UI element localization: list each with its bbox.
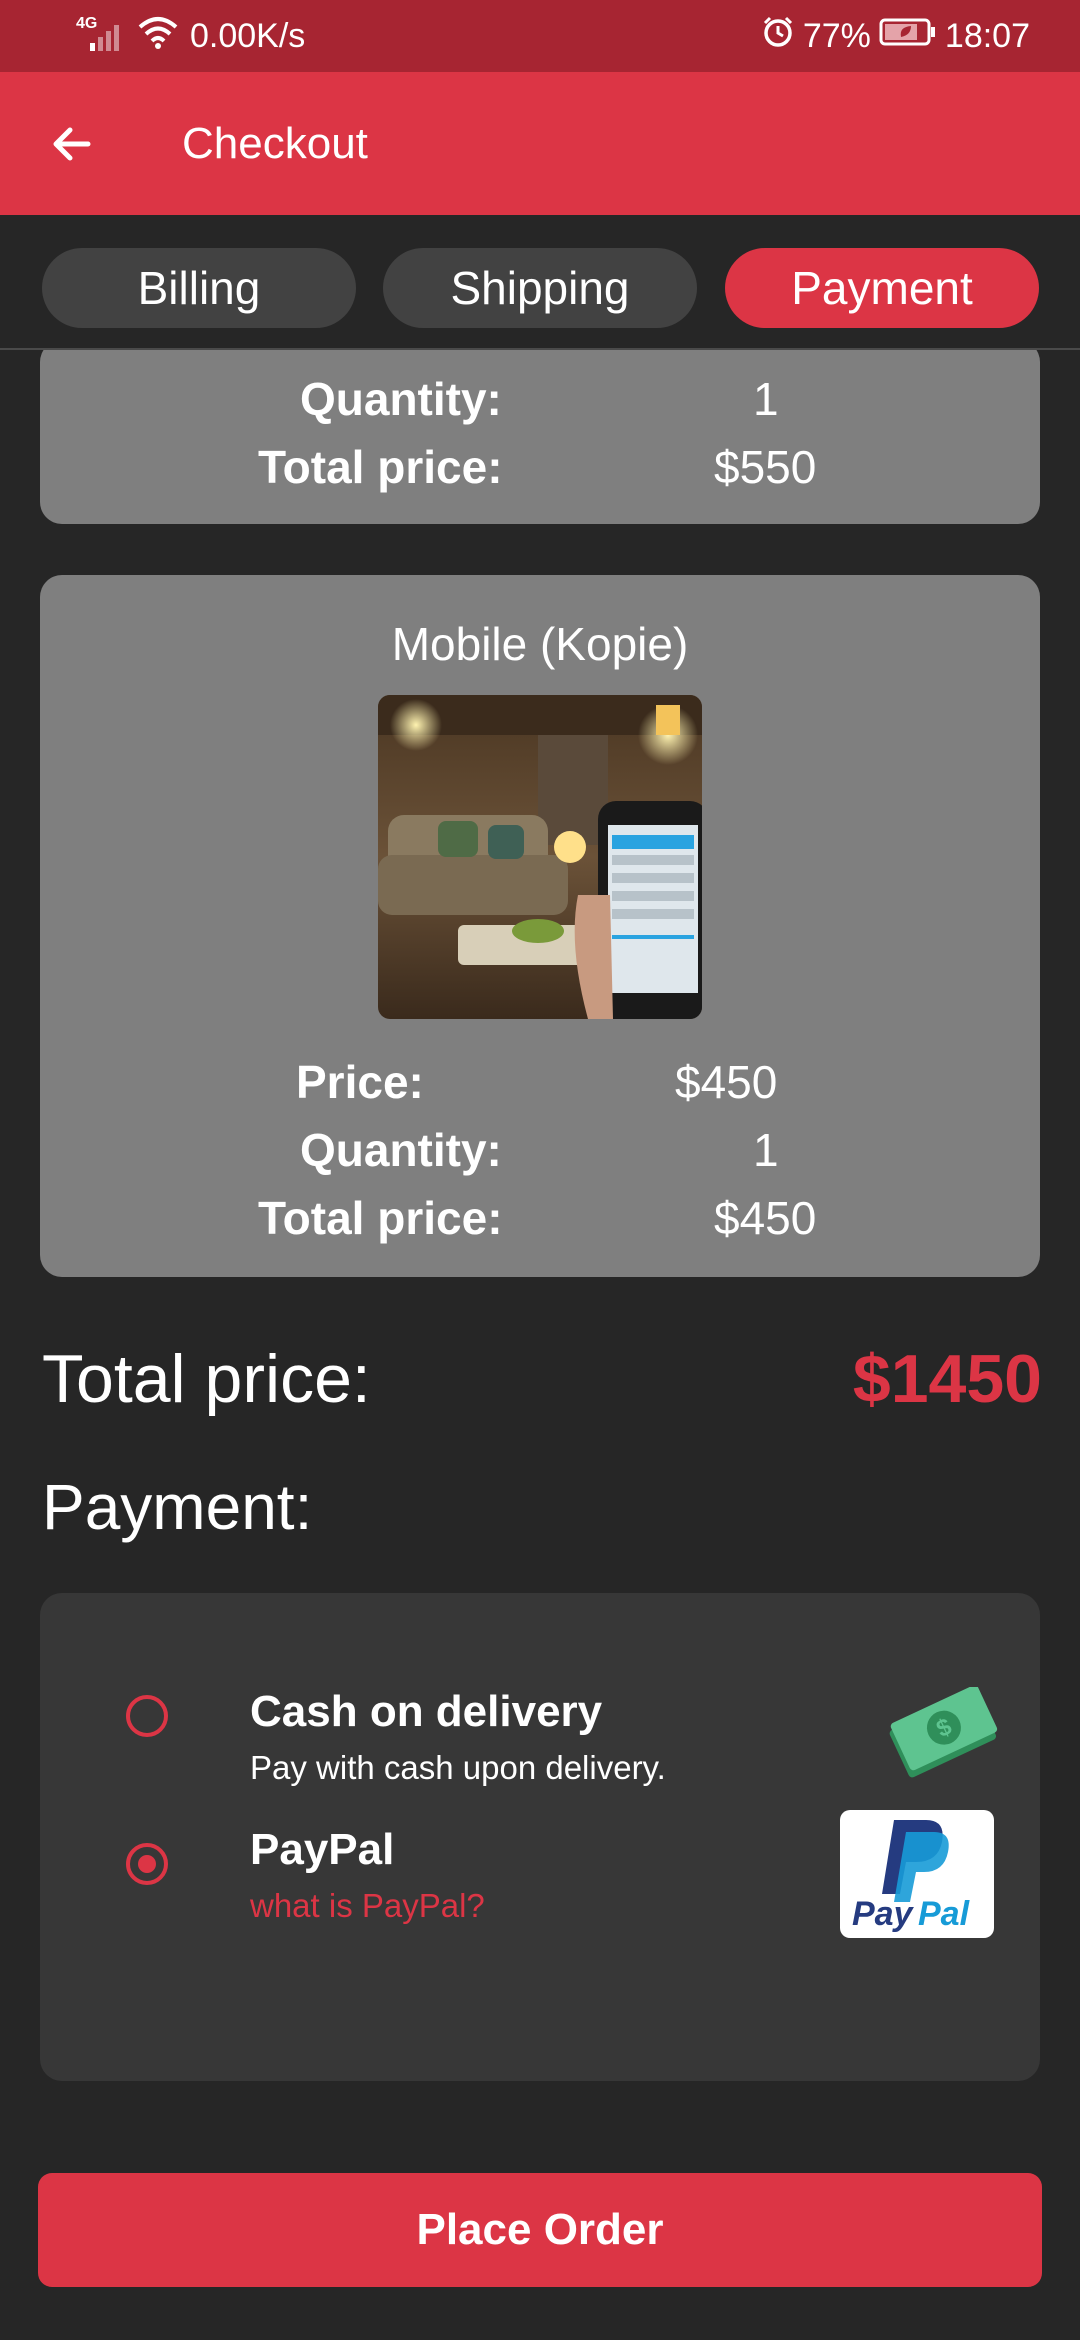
- clock: 18:07: [944, 16, 1030, 55]
- payment-options: Cash on delivery Pay with cash upon deli…: [40, 1593, 1040, 2081]
- total-value: $550: [714, 441, 817, 493]
- total-value: $450: [714, 1192, 817, 1244]
- battery-percent: 77%: [802, 16, 871, 55]
- cash-title: Cash on delivery: [250, 1687, 603, 1736]
- back-button[interactable]: [36, 108, 108, 180]
- app-bar: Checkout: [0, 72, 1080, 215]
- tab-payment[interactable]: Payment: [725, 248, 1039, 328]
- payment-heading: Payment:: [42, 1471, 313, 1543]
- order-total: Total price: $1450: [42, 1340, 1042, 1430]
- payment-option-paypal[interactable]: PayPal what is PayPal? Pay Pal: [40, 1810, 1040, 1973]
- price-label: Price:: [296, 1056, 424, 1108]
- cash-radio[interactable]: [126, 1695, 168, 1737]
- payment-option-cash[interactable]: Cash on delivery Pay with cash upon deli…: [40, 1633, 1040, 1793]
- checkout-steps: Billing Shipping Payment: [0, 215, 1080, 350]
- paypal-radio[interactable]: [126, 1843, 168, 1885]
- order-total-label: Total price:: [42, 1341, 371, 1417]
- order-total-value: $1450: [852, 1341, 1042, 1417]
- total-label: Total price:: [258, 1192, 503, 1244]
- product-name: Mobile (Kopie): [391, 618, 689, 670]
- paypal-logo: Pay Pal: [840, 1810, 994, 1938]
- quantity-value: 1: [753, 373, 779, 425]
- checkout-content[interactable]: Quantity: 1 Total price: $550 Mobile (Ko…: [0, 350, 1080, 2340]
- paypal-title: PayPal: [250, 1825, 395, 1874]
- tab-billing[interactable]: Billing: [42, 248, 356, 328]
- network-speed: 0.00K/s: [190, 16, 306, 55]
- status-left: 4G 0.00K/s: [0, 15, 305, 58]
- place-order-button[interactable]: Place Order: [38, 2173, 1042, 2287]
- quantity-label: Quantity:: [300, 373, 502, 425]
- status-right: 77% 18:07: [761, 15, 1080, 58]
- quantity-value: 1: [753, 1124, 779, 1176]
- wifi-icon: [138, 15, 178, 58]
- svg-text:Pal: Pal: [918, 1895, 971, 1933]
- status-bar: 4G 0.00K/s 77% 18:07: [0, 0, 1080, 72]
- svg-text:Pay: Pay: [852, 1895, 915, 1933]
- page-title: Checkout: [182, 118, 368, 168]
- total-label: Total price:: [258, 441, 503, 493]
- paypal-info-link[interactable]: what is PayPal?: [250, 1887, 485, 1925]
- price-value: $450: [675, 1056, 778, 1108]
- product-image: [378, 695, 702, 1019]
- tab-shipping[interactable]: Shipping: [383, 248, 697, 328]
- alarm-icon: [761, 15, 795, 58]
- quantity-label: Quantity:: [300, 1124, 502, 1176]
- cart-item-card: Mobile (Kopie) Price: $450 Quantity: 1 T…: [40, 575, 1040, 1277]
- cash-subtitle: Pay with cash upon delivery.: [250, 1749, 666, 1786]
- cash-icon: $: [889, 1687, 998, 1778]
- signal-icon: 4G: [76, 15, 126, 53]
- arrow-back-icon: [53, 127, 91, 160]
- battery-icon: [879, 17, 937, 56]
- cart-item-card: Quantity: 1 Total price: $550: [40, 350, 1040, 524]
